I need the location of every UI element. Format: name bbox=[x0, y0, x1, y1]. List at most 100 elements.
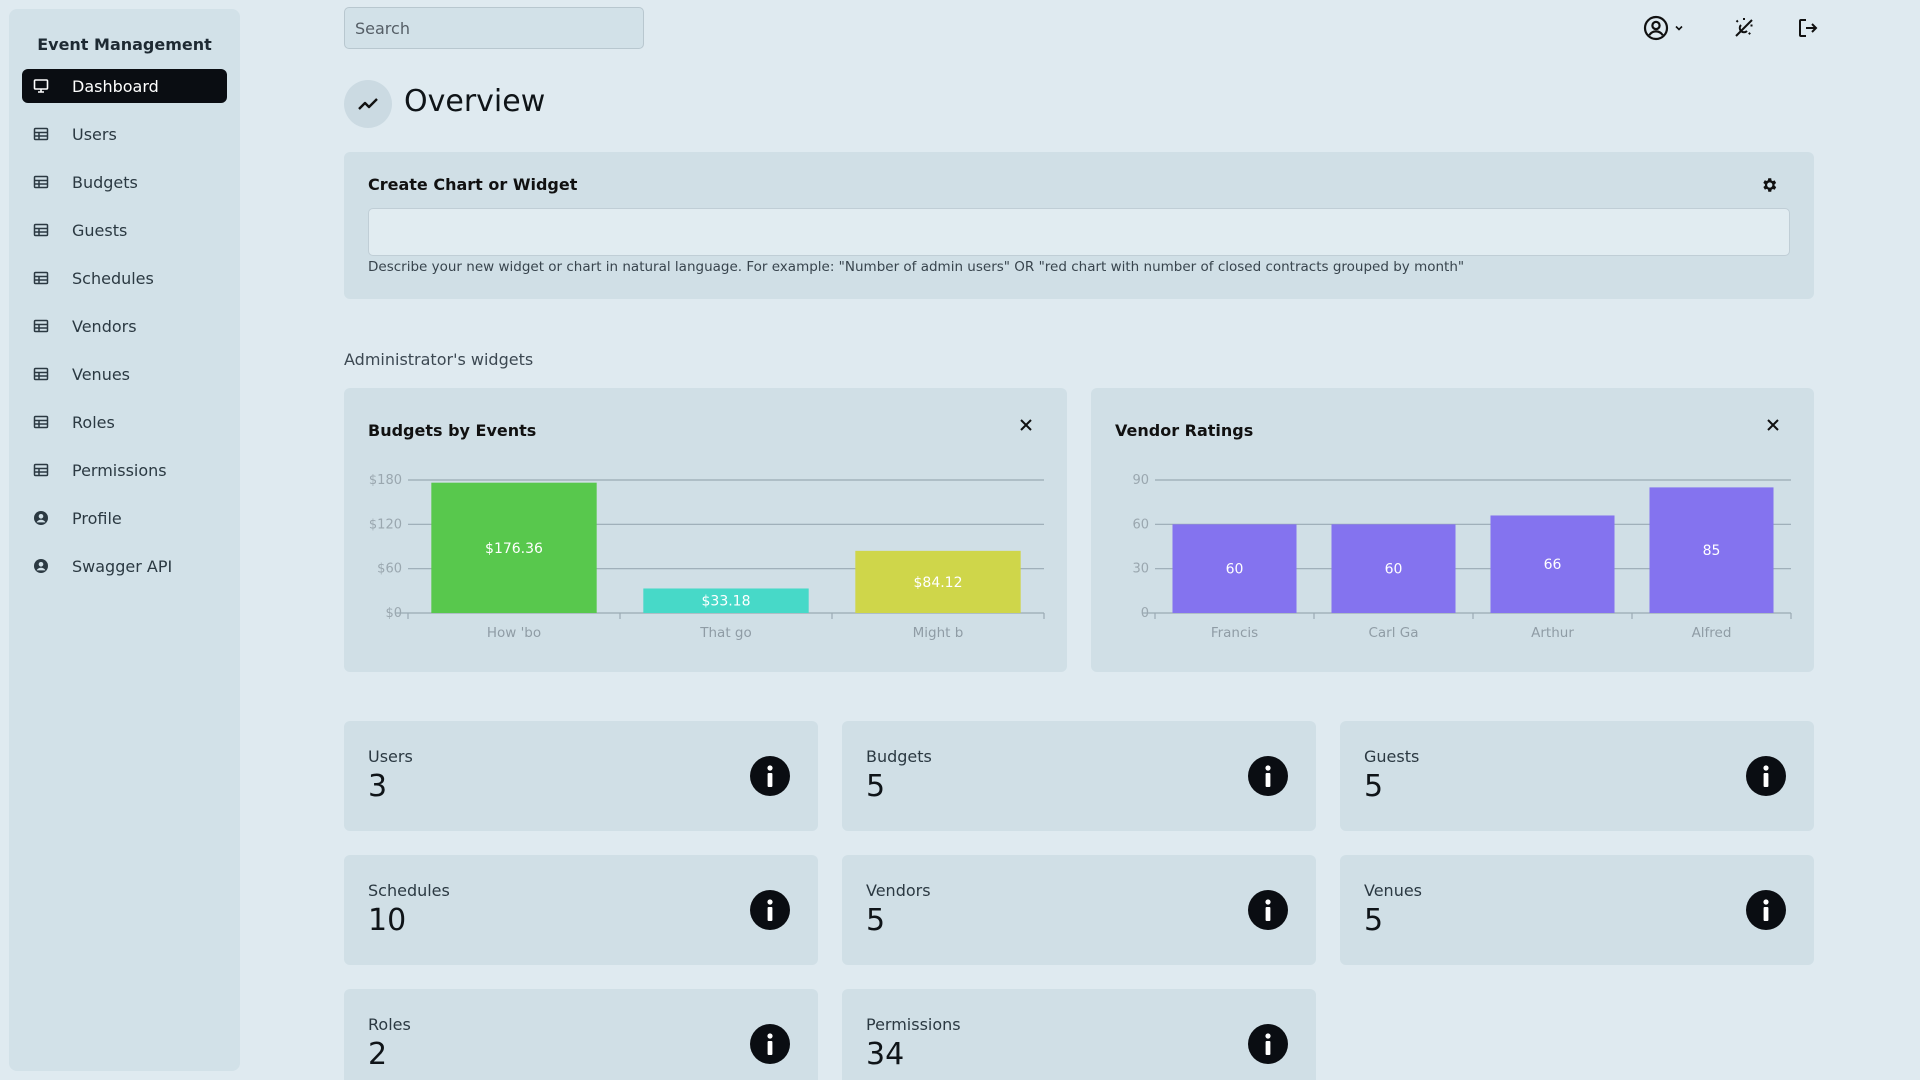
info-icon[interactable] bbox=[1248, 1024, 1288, 1064]
sidebar: Event Management Dashboard Users Budgets… bbox=[9, 9, 240, 1071]
bar-value-label: 85 bbox=[1703, 543, 1721, 559]
x-tick-label: Francis bbox=[1211, 625, 1258, 641]
trend-icon bbox=[344, 80, 392, 128]
user-circle-icon bbox=[32, 509, 50, 527]
stat-card-permissions[interactable]: Permissions 34 bbox=[842, 989, 1316, 1080]
x-tick-label: How 'bo bbox=[487, 625, 541, 641]
logout-icon bbox=[1799, 19, 1818, 37]
stat-value: 5 bbox=[1364, 769, 1384, 804]
sidebar-item-label: Budgets bbox=[72, 172, 138, 192]
create-widget-title: Create Chart or Widget bbox=[368, 175, 578, 194]
sidebar-item-label: Dashboard bbox=[72, 76, 159, 96]
stat-card-budgets[interactable]: Budgets 5 bbox=[842, 721, 1316, 831]
sidebar-item-roles[interactable]: Roles bbox=[22, 405, 227, 439]
sidebar-item-label: Guests bbox=[72, 220, 128, 240]
bar-value-label: 66 bbox=[1544, 557, 1562, 573]
sidebar-item-users[interactable]: Users bbox=[22, 117, 227, 151]
x-tick-label: Alfred bbox=[1692, 625, 1732, 641]
chevron-down-icon bbox=[1675, 25, 1683, 31]
create-widget-panel: Create Chart or Widget Describe your new… bbox=[344, 152, 1814, 299]
sidebar-item-dashboard[interactable]: Dashboard bbox=[22, 69, 227, 103]
vendor-ratings-bar-chart: 030609060Francis60Carl Ga66Arthur85Alfre… bbox=[1132, 473, 1792, 641]
monitor-icon bbox=[32, 77, 50, 95]
info-icon[interactable] bbox=[1746, 890, 1786, 930]
bar-value-label: $176.36 bbox=[485, 541, 543, 557]
y-tick-label: $60 bbox=[377, 562, 402, 577]
x-tick-label: Might b bbox=[913, 625, 964, 641]
sidebar-item-vendors[interactable]: Vendors bbox=[22, 309, 227, 343]
bar-value-label: $33.18 bbox=[702, 594, 751, 610]
gear-icon[interactable] bbox=[1760, 176, 1778, 194]
info-icon[interactable] bbox=[750, 756, 790, 796]
stat-card-users[interactable]: Users 3 bbox=[344, 721, 818, 831]
stat-value: 34 bbox=[866, 1037, 905, 1072]
stat-label: Roles bbox=[368, 1015, 411, 1034]
table-icon bbox=[32, 365, 50, 383]
sidebar-item-label: Users bbox=[72, 124, 117, 144]
sidebar-item-swagger-api[interactable]: Swagger API bbox=[22, 549, 227, 583]
chart-card-budgets: Budgets by Events $0 $60 $120 $180 $176.36 Ho… bbox=[344, 388, 1067, 672]
stat-value: 3 bbox=[368, 769, 388, 804]
sidebar-item-budgets[interactable]: Budgets bbox=[22, 165, 227, 199]
sidebar-item-schedules[interactable]: Schedules bbox=[22, 261, 227, 295]
x-tick-label: Carl Ga bbox=[1368, 625, 1418, 641]
y-tick-label: $120 bbox=[369, 517, 402, 532]
widget-description-input[interactable] bbox=[368, 208, 1790, 256]
stat-label: Schedules bbox=[368, 881, 450, 900]
info-icon[interactable] bbox=[1746, 756, 1786, 796]
bar-value-label: $84.12 bbox=[914, 575, 963, 591]
sidebar-item-profile[interactable]: Profile bbox=[22, 501, 227, 535]
stat-label: Guests bbox=[1364, 747, 1420, 766]
create-widget-hint: Describe your new widget or chart in nat… bbox=[368, 259, 1465, 275]
logout-button[interactable] bbox=[1796, 14, 1820, 42]
user-circle-icon bbox=[32, 557, 50, 575]
sidebar-nav: Dashboard Users Budgets Guests Schedules… bbox=[9, 69, 240, 583]
stat-label: Users bbox=[368, 747, 413, 766]
stat-value: 2 bbox=[368, 1037, 388, 1072]
stat-value: 5 bbox=[866, 769, 886, 804]
budgets-bar-chart: $0$60$120$180$176.36How 'bo$33.18That go… bbox=[369, 473, 1045, 641]
sidebar-item-label: Profile bbox=[72, 508, 122, 528]
info-icon[interactable] bbox=[1248, 890, 1288, 930]
table-icon bbox=[32, 269, 50, 287]
table-icon bbox=[32, 317, 50, 335]
y-tick-label: $180 bbox=[369, 473, 402, 488]
stat-label: Vendors bbox=[866, 881, 931, 900]
stat-card-guests[interactable]: Guests 5 bbox=[1340, 721, 1814, 831]
chart-card-vendor-ratings: Vendor Ratings 030609060Francis60Carl Ga… bbox=[1091, 388, 1814, 672]
info-icon[interactable] bbox=[750, 890, 790, 930]
stat-card-roles[interactable]: Roles 2 bbox=[344, 989, 818, 1080]
x-tick-label: That go bbox=[699, 625, 752, 641]
info-icon[interactable] bbox=[750, 1024, 790, 1064]
sidebar-item-venues[interactable]: Venues bbox=[22, 357, 227, 391]
stat-card-vendors[interactable]: Vendors 5 bbox=[842, 855, 1316, 965]
sidebar-item-label: Venues bbox=[72, 364, 131, 384]
sidebar-item-permissions[interactable]: Permissions bbox=[22, 453, 227, 487]
sidebar-item-label: Roles bbox=[72, 412, 115, 432]
search-input[interactable] bbox=[344, 7, 644, 49]
stat-label: Venues bbox=[1364, 881, 1423, 900]
sidebar-item-label: Schedules bbox=[72, 268, 154, 288]
table-icon bbox=[32, 173, 50, 191]
info-icon[interactable] bbox=[1248, 756, 1288, 796]
app-title: Event Management bbox=[37, 35, 212, 54]
stat-value: 5 bbox=[866, 903, 886, 938]
stat-card-venues[interactable]: Venues 5 bbox=[1340, 855, 1814, 965]
sidebar-item-guests[interactable]: Guests bbox=[22, 213, 227, 247]
stat-value: 10 bbox=[368, 903, 407, 938]
stat-card-schedules[interactable]: Schedules 10 bbox=[344, 855, 818, 965]
sidebar-item-label: Swagger API bbox=[72, 556, 173, 576]
bar-value-label: 60 bbox=[1226, 562, 1244, 578]
widgets-section-label: Administrator's widgets bbox=[344, 350, 534, 369]
user-menu[interactable] bbox=[1643, 14, 1685, 42]
user-circle-icon bbox=[1643, 15, 1669, 41]
sidebar-item-label: Vendors bbox=[72, 316, 137, 336]
theme-toggle-button[interactable] bbox=[1732, 14, 1756, 42]
stat-label: Budgets bbox=[866, 747, 932, 766]
sidebar-item-label: Permissions bbox=[72, 460, 167, 480]
stat-label: Permissions bbox=[866, 1015, 961, 1034]
y-tick-label: 30 bbox=[1132, 562, 1149, 577]
table-icon bbox=[32, 221, 50, 239]
bar-value-label: 60 bbox=[1385, 562, 1403, 578]
stat-value: 5 bbox=[1364, 903, 1384, 938]
